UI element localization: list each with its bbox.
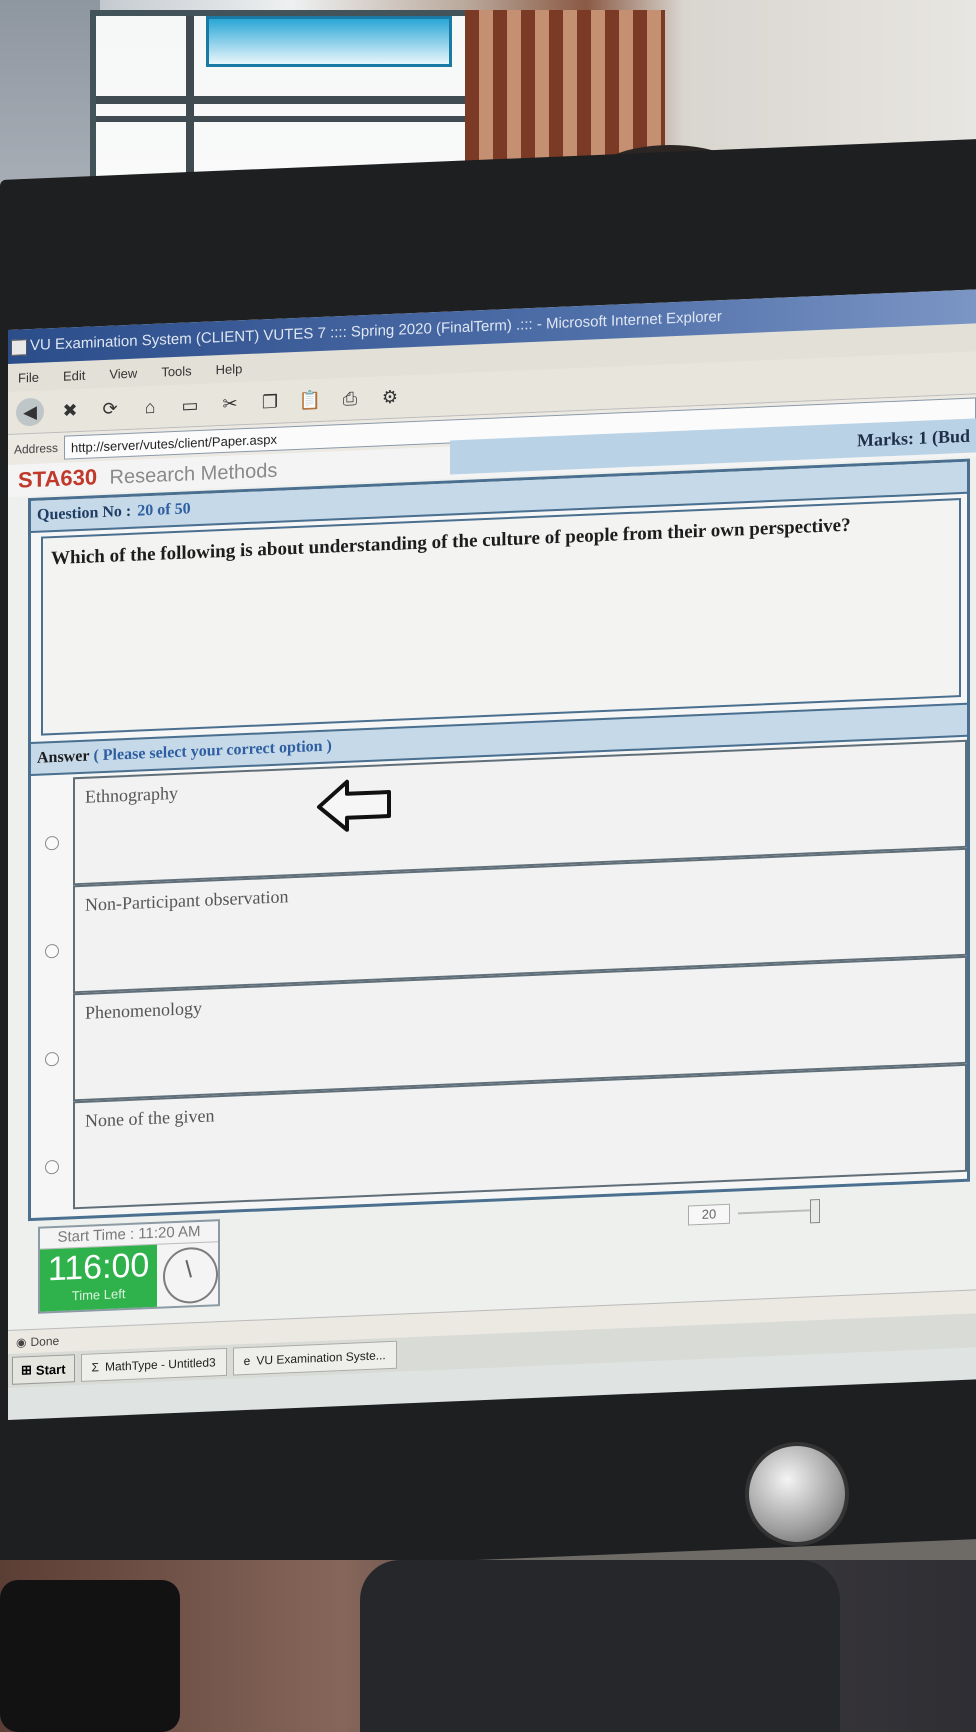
window-transom [96,116,476,122]
menu-file[interactable]: File [18,369,39,385]
start-button[interactable]: ⊞ Start [12,1354,75,1385]
ie-icon: e [243,1353,251,1369]
exam-page: STA630 Research Methods Marks: 1 (Bud Qu… [8,418,976,1365]
option-text: Phenomenology [85,997,202,1023]
slider-thumb[interactable] [810,1198,820,1224]
monitor-screen: VU Examination System (CLIENT) VUTES 7 :… [8,289,976,1421]
ie-window-icon [11,339,27,356]
course-name: Research Methods [109,459,278,489]
tools-icon[interactable]: ⚙ [376,382,404,411]
slider-value: 20 [688,1203,730,1226]
stop-icon[interactable]: ✖ [56,396,84,425]
answer-hint: ( Please select your correct option ) [93,737,332,765]
clock-icon [163,1246,218,1305]
start-label: Start [35,1361,66,1378]
menu-tools[interactable]: Tools [161,363,191,379]
option-radio[interactable] [45,835,59,851]
question-slider: 20 [688,1198,820,1226]
window-top-pane [206,16,452,67]
print-icon[interactable]: ⎙ [336,384,364,413]
taskbar-item-label: MathType - Untitled3 [104,1355,216,1374]
course-code: STA630 [18,464,98,493]
power-button[interactable] [745,1442,849,1546]
taskbar-item-mathtype[interactable]: Σ MathType - Untitled3 [80,1347,227,1382]
address-url: http://server/vutes/client/Paper.aspx [71,431,277,455]
copy-icon[interactable]: ❐ [256,387,284,416]
window-transom [96,96,476,104]
monitor-stand [360,1560,840,1732]
timer-panel: Start Time : 11:20 AM 116:00 Time Left [38,1219,220,1314]
menu-help[interactable]: Help [216,361,243,377]
answer-label: Answer [37,747,90,767]
refresh-icon[interactable]: ⟳ [96,394,124,423]
question-number: 20 of 50 [137,500,191,520]
address-label: Address [14,440,59,457]
option-radio[interactable] [45,943,59,959]
option-text: Ethnography [85,782,178,807]
paste-icon[interactable]: 📋 [296,386,324,415]
slider-track[interactable] [738,1198,820,1224]
left-arrow-icon [317,779,391,832]
question-number-label: Question No : [37,502,132,524]
back-icon[interactable]: ◀ [16,397,44,427]
answer-options: Ethnography Non-Participant observation [31,737,967,1218]
time-left-value: 116:00 [47,1246,150,1289]
option-radio[interactable] [45,1051,59,1067]
option-text: Non-Participant observation [85,886,289,915]
question-panel: Question No : 20 of 50 Which of the foll… [28,458,970,1222]
phone [0,1580,180,1732]
marks-label: Marks: 1 (Bud [856,425,970,450]
taskbar-item-vu-exam[interactable]: e VU Examination Syste... [232,1340,397,1376]
mathtype-icon: Σ [91,1360,99,1375]
option-text: None of the given [85,1105,215,1131]
edit-icon[interactable]: ▭ [176,391,204,420]
status-text: Done [30,1333,60,1350]
option-radio[interactable] [45,1159,59,1175]
ie-status-icon: ◉ [16,1335,27,1350]
taskbar-item-label: VU Examination Syste... [256,1348,386,1368]
home-icon[interactable]: ⌂ [136,392,164,421]
question-text: Which of the following is about understa… [41,498,961,736]
windows-logo-icon: ⊞ [21,1361,32,1378]
menu-view[interactable]: View [109,365,137,381]
time-left-box: 116:00 Time Left [40,1244,158,1312]
menu-edit[interactable]: Edit [63,367,85,383]
cut-icon[interactable]: ✂ [216,389,244,418]
